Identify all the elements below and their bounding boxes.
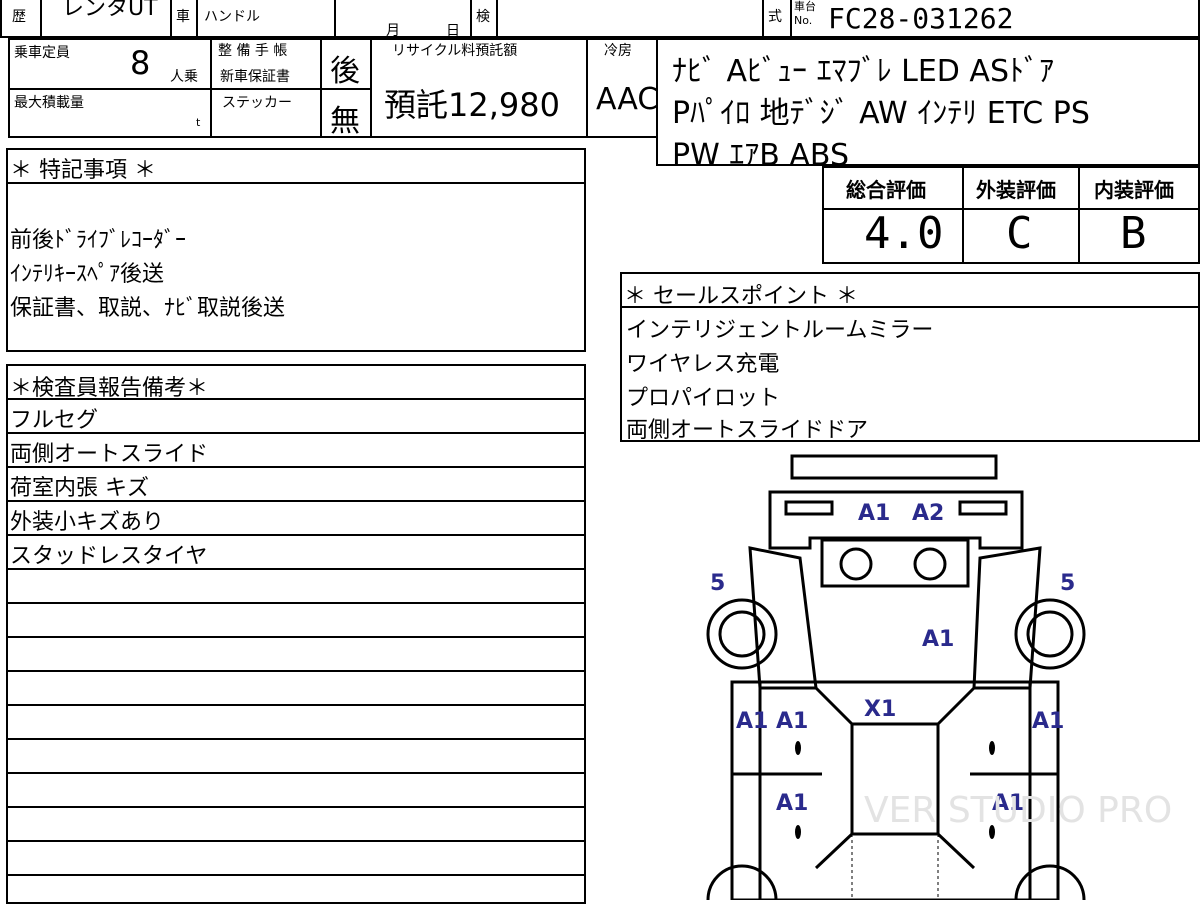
overall-rating-label: 総合評価 bbox=[846, 178, 926, 202]
inspector-remark-2: 両側オートスライド bbox=[10, 442, 209, 467]
right-front-fender bbox=[972, 546, 1042, 690]
special-note-2: ｲﾝﾃﾘｷｰｽﾍﾟｱ後送 bbox=[10, 262, 165, 287]
capacity-unit: 人乗 bbox=[170, 69, 198, 85]
interior-rating-label: 内装評価 bbox=[1094, 178, 1174, 202]
car-label: 車 bbox=[176, 9, 190, 25]
damage-mark-10: A1 bbox=[776, 791, 808, 816]
damage-mark-9: A1 bbox=[1032, 709, 1064, 734]
max-load-label: 最大積載量 bbox=[14, 95, 84, 111]
damage-mark-3: 5 bbox=[710, 571, 725, 596]
model-fragment: レンタUT bbox=[62, 0, 158, 21]
inspect-label: 検 bbox=[476, 9, 490, 25]
service-value: 後 bbox=[330, 54, 360, 89]
right-door-handle-1 bbox=[989, 741, 995, 755]
damage-mark-2: A2 bbox=[912, 501, 944, 526]
sticker-value: 無 bbox=[330, 104, 360, 139]
capacity-value: 8 bbox=[130, 44, 151, 82]
max-load-unit: t bbox=[196, 116, 201, 129]
headlight-left bbox=[839, 547, 873, 581]
damage-mark-1: A1 bbox=[858, 501, 890, 526]
inspector-remarks-title: ＊検査員報告備考＊ bbox=[10, 376, 209, 401]
watermark-text: VER STUDIO PRO bbox=[864, 790, 1172, 831]
ac-value: AAC bbox=[596, 82, 659, 117]
chassis-number: FC28-031262 bbox=[828, 2, 1014, 35]
sticker-label: ステッカー bbox=[222, 95, 292, 111]
exterior-rating-value: C bbox=[1006, 208, 1033, 259]
car-damage-diagram: A1 A2 5 5 A1 X1 A1 A1 A1 A1 A1 VER STUDI… bbox=[706, 454, 1172, 900]
chassis-no-label: No. bbox=[794, 14, 813, 27]
special-note-1: 前後ﾄﾞﾗｲﾌﾞﾚｺｰﾀﾞｰ bbox=[10, 228, 187, 253]
sales-point-3: プロパイロット bbox=[626, 386, 781, 411]
sales-points-title: ＊ セールスポイント ＊ bbox=[624, 284, 858, 309]
day-label: 日 bbox=[446, 23, 460, 39]
exterior-rating-label: 外装評価 bbox=[976, 178, 1056, 202]
sales-point-4: 両側オートスライドドア bbox=[626, 418, 869, 443]
history-label: 歴 bbox=[12, 9, 26, 25]
interior-rating-value: B bbox=[1120, 208, 1147, 259]
month-label: 月 bbox=[386, 23, 400, 39]
left-front-fender bbox=[748, 546, 818, 690]
chassis-label: 車台 bbox=[794, 0, 816, 13]
right-rear-wheel bbox=[1014, 864, 1086, 900]
recycle-value: 預託12,980 bbox=[384, 86, 560, 124]
damage-mark-5: A1 bbox=[922, 627, 954, 652]
warranty-label: 新車保証書 bbox=[220, 69, 290, 85]
special-note-3: 保証書、取説、ﾅﾋﾞ取説後送 bbox=[10, 296, 286, 321]
inspector-remark-5: スタッドレスタイヤ bbox=[10, 544, 208, 569]
overall-rating-value: 4.0 bbox=[864, 208, 944, 259]
damage-mark-6: X1 bbox=[864, 697, 896, 722]
equipment-line-2: Pﾊﾟｲﾛ 地ﾃﾞｼﾞ AW ｲﾝﾃﾘ ETC PS bbox=[672, 96, 1090, 131]
equipment-line-1: ﾅﾋﾞ Aﾋﾞｭｰ ｴﾏﾌﾞﾚ LED ASﾄﾞｱ bbox=[672, 54, 1055, 89]
front-bumper-shape bbox=[790, 454, 998, 480]
right-front-wheel bbox=[1014, 598, 1086, 670]
type-label: 式 bbox=[768, 9, 782, 25]
inspector-remark-4: 外装小キズあり bbox=[10, 510, 165, 535]
damage-mark-8: A1 bbox=[776, 709, 808, 734]
damage-mark-4: 5 bbox=[1060, 571, 1075, 596]
left-rear-wheel bbox=[706, 864, 778, 900]
recycle-label: リサイクル料預託額 bbox=[392, 43, 518, 59]
capacity-label: 乗車定員 bbox=[14, 45, 70, 61]
inspector-remark-1: フルセグ bbox=[10, 408, 99, 433]
service-book-label: 整 備 手 帳 bbox=[218, 43, 288, 59]
sales-point-2: ワイヤレス充電 bbox=[626, 352, 780, 377]
left-door-handle-1 bbox=[795, 741, 801, 755]
front-grille-left bbox=[784, 500, 834, 516]
handle-label: ハンドル bbox=[204, 9, 260, 25]
inspector-remark-3: 荷室内張 キズ bbox=[10, 476, 149, 501]
headlight-right bbox=[913, 547, 947, 581]
ac-label: 冷房 bbox=[604, 43, 632, 59]
front-grille-right bbox=[958, 500, 1008, 516]
left-front-wheel bbox=[706, 598, 778, 670]
special-notes-title: ＊ 特記事項 ＊ bbox=[10, 158, 156, 183]
damage-mark-7: A1 bbox=[736, 709, 768, 734]
left-door-handle-2 bbox=[795, 825, 801, 839]
sales-point-1: インテリジェントルームミラー bbox=[626, 318, 934, 343]
